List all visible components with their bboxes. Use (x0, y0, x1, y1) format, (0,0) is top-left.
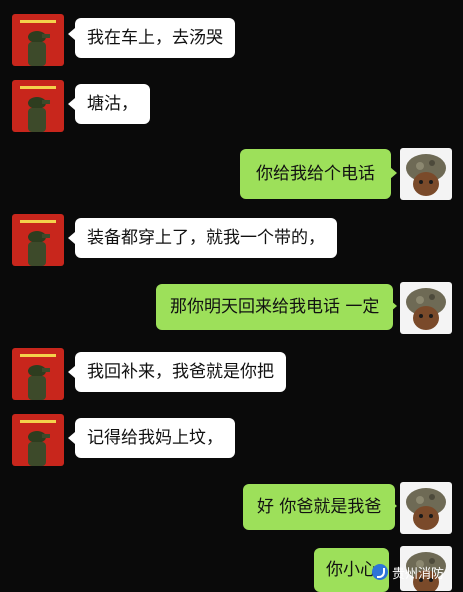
helmet-soldier-icon (406, 288, 446, 330)
bubble-tail (68, 98, 75, 110)
bubble-tail (390, 300, 397, 312)
message-bubble[interactable]: 装备都穿上了，就我一个带的， (75, 218, 337, 258)
message-bubble[interactable]: 我回补来，我爸就是你把 (75, 352, 286, 392)
bubble-tail (68, 432, 75, 444)
avatar-banner-icon (20, 20, 56, 23)
sender-avatar[interactable] (12, 80, 64, 132)
recipient-avatar[interactable] (400, 482, 452, 534)
watermark: 贵州消防 (372, 560, 444, 584)
sender-avatar[interactable] (12, 14, 64, 66)
saluting-soldier-icon (28, 365, 50, 400)
saluting-soldier-icon (28, 31, 50, 66)
bubble-tail (390, 500, 397, 512)
saluting-soldier-icon (28, 97, 50, 132)
bubble-tail (390, 167, 397, 179)
helmet-soldier-icon (406, 488, 446, 530)
saluting-soldier-icon (28, 231, 50, 266)
watermark-text: 贵州消防 (392, 566, 445, 582)
message-bubble[interactable]: 我在车上，去汤哭 (75, 18, 235, 58)
message-bubble[interactable]: 那你明天回来给我电话 一定 (156, 284, 394, 330)
recipient-avatar[interactable] (400, 148, 452, 200)
message-bubble[interactable]: 好 你爸就是我爸 (243, 484, 396, 530)
message-bubble[interactable]: 你给我给个电话 (240, 149, 391, 199)
bubble-tail (68, 28, 75, 40)
saluting-soldier-icon (28, 431, 50, 466)
recipient-avatar[interactable] (400, 282, 452, 334)
sender-avatar[interactable] (12, 414, 64, 466)
bubble-tail (68, 232, 75, 244)
wechat-official-icon (372, 564, 388, 580)
avatar-banner-icon (20, 86, 56, 89)
bubble-tail (68, 366, 75, 378)
avatar-banner-icon (20, 354, 56, 357)
avatar-banner-icon (20, 220, 56, 223)
message-bubble[interactable]: 记得给我妈上坟， (75, 418, 235, 458)
sender-avatar[interactable] (12, 348, 64, 400)
message-bubble[interactable]: 塘沽， (75, 84, 150, 124)
avatar-banner-icon (20, 420, 56, 423)
sender-avatar[interactable] (12, 214, 64, 266)
helmet-soldier-icon (406, 154, 446, 196)
